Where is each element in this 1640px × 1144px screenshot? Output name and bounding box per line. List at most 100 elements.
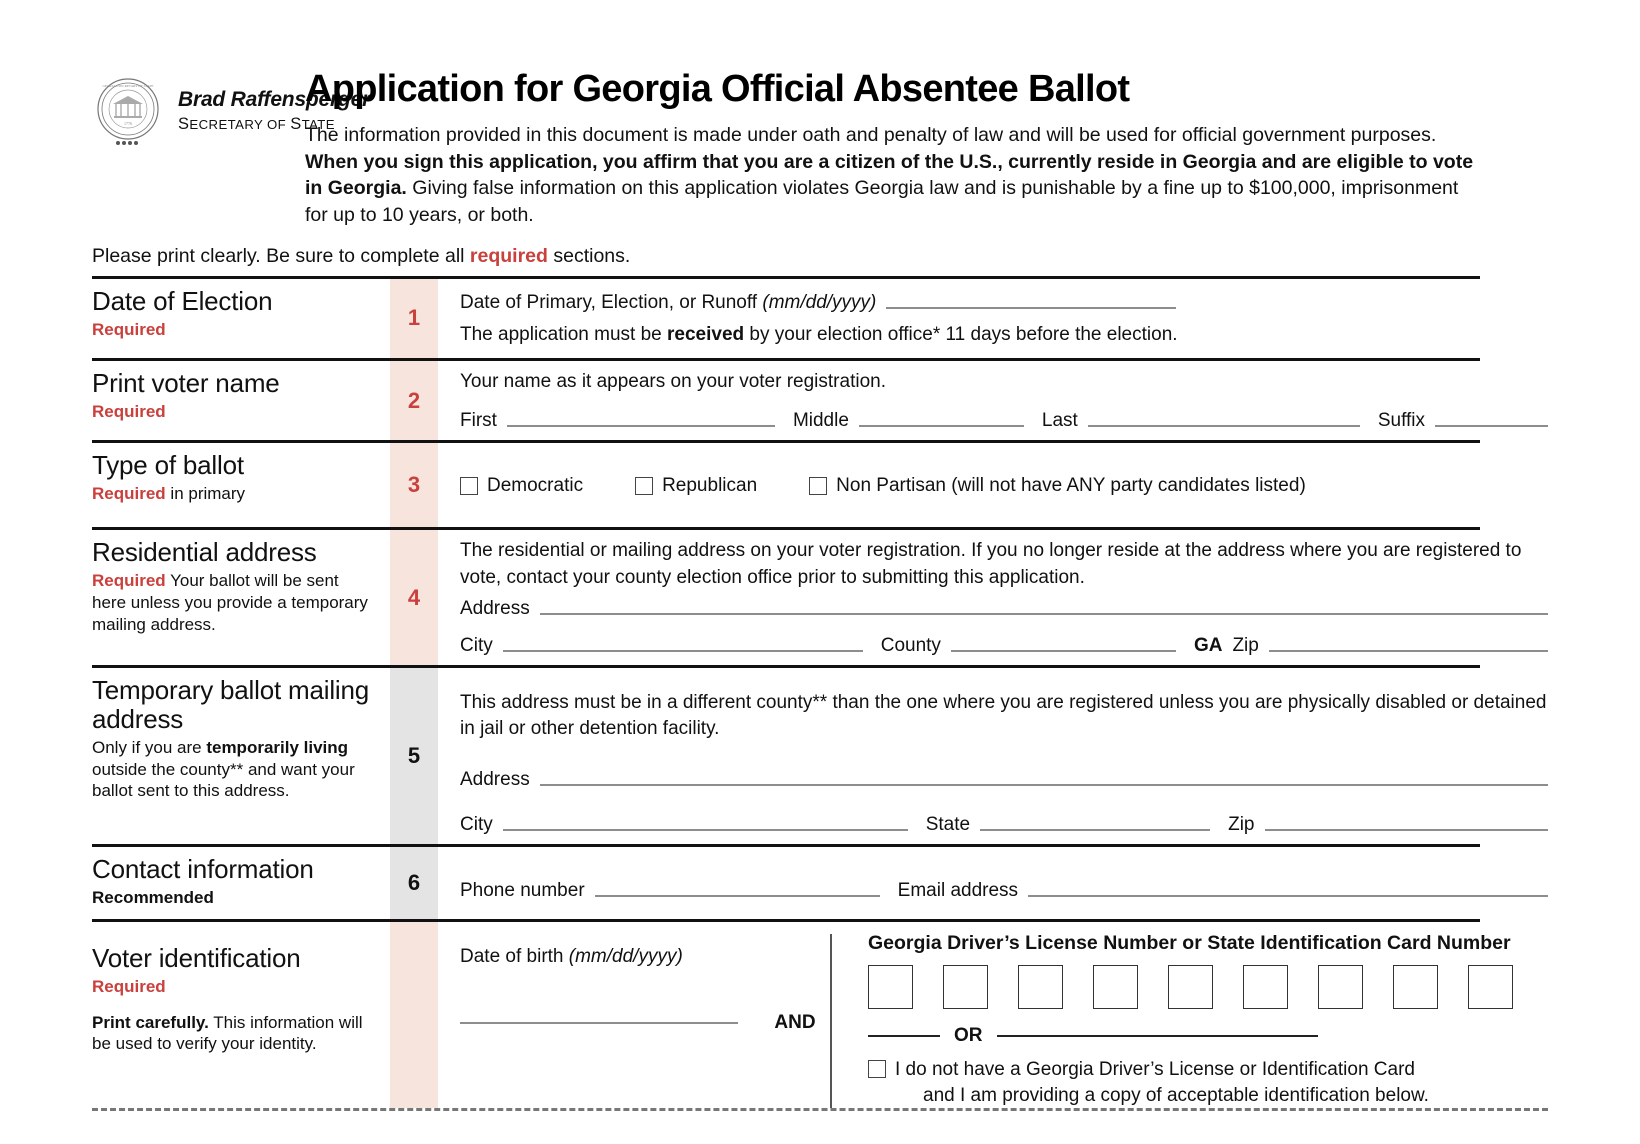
section-temporary-mailing-address: Temporary ballot mailing address Only if…	[92, 667, 1548, 845]
email-address-input[interactable]	[1028, 895, 1548, 898]
section-2-label-column: Print voter name Required	[92, 361, 390, 440]
date-of-birth-input[interactable]	[460, 1021, 738, 1024]
id-char-box[interactable]	[1318, 964, 1363, 1009]
section-3-required-badge: Required	[92, 484, 166, 504]
checkbox-republican-icon[interactable]	[635, 477, 654, 496]
id-char-box[interactable]	[1468, 964, 1513, 1009]
section-7-title: Voter identification	[92, 942, 301, 973]
or-rule-left	[868, 1034, 940, 1037]
option-democratic[interactable]: Democratic	[460, 473, 583, 499]
section-3-title: Type of ballot	[92, 450, 244, 481]
section-6-label-column: Contact information Recommended	[92, 847, 390, 919]
temp-state-input[interactable]	[980, 829, 1211, 832]
last-name-label: Last	[1041, 410, 1078, 432]
section-6-status: Recommended	[92, 887, 374, 909]
residential-zip-input[interactable]	[1268, 649, 1548, 652]
id-number-boxes	[868, 964, 1548, 1009]
section-2-number: 2	[390, 360, 438, 441]
section-date-of-election: Date of Election Required 1 Date of Prim…	[92, 278, 1548, 358]
id-char-box[interactable]	[1393, 964, 1438, 1009]
temp-address-label: Address	[460, 769, 530, 791]
section-7-note: Print carefully. This information will b…	[92, 1012, 374, 1055]
document-header: 1776 GEORGIA SECRETARY OF STATE Brad Raf…	[0, 0, 1640, 229]
id-char-box[interactable]	[1168, 964, 1213, 1009]
oath-part-2: Giving false information on this applica…	[305, 177, 1459, 226]
suffix-label: Suffix	[1377, 410, 1426, 432]
ballot-type-options: Democratic Republican Non Partisan (will…	[460, 451, 1548, 517]
option-democratic-label: Democratic	[487, 475, 584, 497]
first-name-label: First	[460, 410, 497, 432]
phone-number-input[interactable]	[594, 895, 880, 898]
residential-address-input[interactable]	[539, 612, 1548, 615]
or-rule-right	[996, 1034, 1318, 1037]
election-date-label: Date of Primary, Election, or Runoff (mm…	[460, 293, 886, 312]
oath-part-1: The information provided in this documen…	[305, 123, 1437, 146]
section-residential-address: Residential address Required Your ballot…	[92, 530, 1548, 665]
residential-zip-label: Zip	[1232, 634, 1259, 656]
checkbox-democratic-icon[interactable]	[460, 477, 478, 496]
residential-state-fixed: GA	[1193, 634, 1223, 656]
section-6-recommended-badge: Recommended	[92, 888, 214, 908]
section-5-intro: This address must be in a different coun…	[460, 691, 1547, 740]
section-3-content: Democratic Republican Non Partisan (will…	[438, 443, 1548, 527]
residential-address-row: Address	[460, 599, 1548, 618]
option-non-partisan[interactable]: Non Partisan (will not have ANY party ca…	[809, 473, 1306, 499]
section-5-sub-b: outside the county** and want your ballo…	[92, 759, 355, 801]
no-id-text: I do not have a Georgia Driver’s License…	[895, 1057, 1429, 1108]
section-3-label-column: Type of ballot Required in primary	[92, 443, 390, 527]
section-2-status: Required	[92, 401, 374, 423]
section-3-status-suffix: in primary	[165, 484, 246, 504]
id-char-box[interactable]	[1018, 964, 1063, 1009]
section-5-sub-a: Only if you are	[92, 738, 207, 758]
phone-number-label: Phone number	[460, 880, 585, 902]
checkbox-non-partisan-icon[interactable]	[809, 477, 828, 496]
id-char-box[interactable]	[943, 964, 988, 1009]
section-6-content: Phone number Email address	[438, 847, 1548, 919]
suffix-input[interactable]	[1435, 425, 1548, 428]
cut-line-dashed	[92, 1108, 1548, 1112]
first-name-input[interactable]	[506, 425, 775, 428]
id-char-box[interactable]	[1243, 964, 1288, 1009]
section-1-note: The application must be received by your…	[460, 322, 1548, 348]
id-char-box[interactable]	[1093, 964, 1138, 1009]
residential-county-input[interactable]	[950, 649, 1176, 652]
page-title: Application for Georgia Official Absente…	[305, 68, 1130, 110]
no-id-option[interactable]: I do not have a Georgia Driver’s License…	[868, 1057, 1548, 1108]
svg-text:1776: 1776	[124, 121, 132, 126]
section-4-status: Required Your ballot will be sent here u…	[92, 570, 374, 635]
section-5-condition: Only if you are temporarily living outsi…	[92, 737, 374, 802]
option-non-partisan-label: Non Partisan (will not have ANY party ca…	[836, 475, 1306, 497]
or-label: OR	[954, 1024, 983, 1046]
or-separator: OR	[868, 1025, 1548, 1047]
section-2-content: Your name as it appears on your voter re…	[438, 361, 1548, 440]
no-id-line-2: and I am providing a copy of acceptable …	[923, 1084, 1429, 1106]
georgia-state-seal-icon: 1776 GEORGIA SECRETARY OF STATE	[92, 76, 164, 148]
last-name-input[interactable]	[1087, 425, 1360, 428]
section-voter-identification: Voter identification Required Print care…	[92, 921, 1548, 1109]
section-5-number: 5	[390, 667, 438, 845]
svg-text:GEORGIA SECRETARY OF STATE: GEORGIA SECRETARY OF STATE	[102, 84, 153, 88]
section-5-title: Temporary ballot mailing address	[92, 674, 369, 734]
identification-block: Georgia Driver’s License Number or State…	[832, 932, 1548, 1108]
oath-statement: The information provided in this documen…	[305, 122, 1480, 229]
print-clearly-b: sections.	[547, 244, 631, 267]
date-of-birth-label-text: Date of birth	[460, 945, 569, 967]
option-republican[interactable]: Republican	[635, 473, 757, 499]
id-char-box[interactable]	[868, 964, 913, 1009]
temp-zip-input[interactable]	[1264, 829, 1548, 832]
section-1-status: Required	[92, 319, 374, 341]
checkbox-no-id-icon[interactable]	[868, 1059, 886, 1078]
temp-address-input[interactable]	[539, 784, 1548, 787]
section-5-content: This address must be in a different coun…	[438, 668, 1548, 844]
temp-city-input[interactable]	[502, 829, 908, 832]
section-2-required-badge: Required	[92, 402, 166, 422]
section-4-content: The residential or mailing address on yo…	[438, 530, 1548, 664]
section-1-content: Date of Primary, Election, or Runoff (mm…	[438, 279, 1548, 358]
section-7-status: Required	[92, 976, 374, 998]
middle-name-input[interactable]	[858, 425, 1024, 428]
election-date-input[interactable]	[886, 306, 1177, 309]
residential-address-label: Address	[460, 597, 530, 619]
print-clearly-required-word: required	[469, 244, 548, 267]
section-contact-information: Contact information Recommended 6 Phone …	[92, 847, 1548, 919]
residential-city-input[interactable]	[502, 649, 863, 652]
